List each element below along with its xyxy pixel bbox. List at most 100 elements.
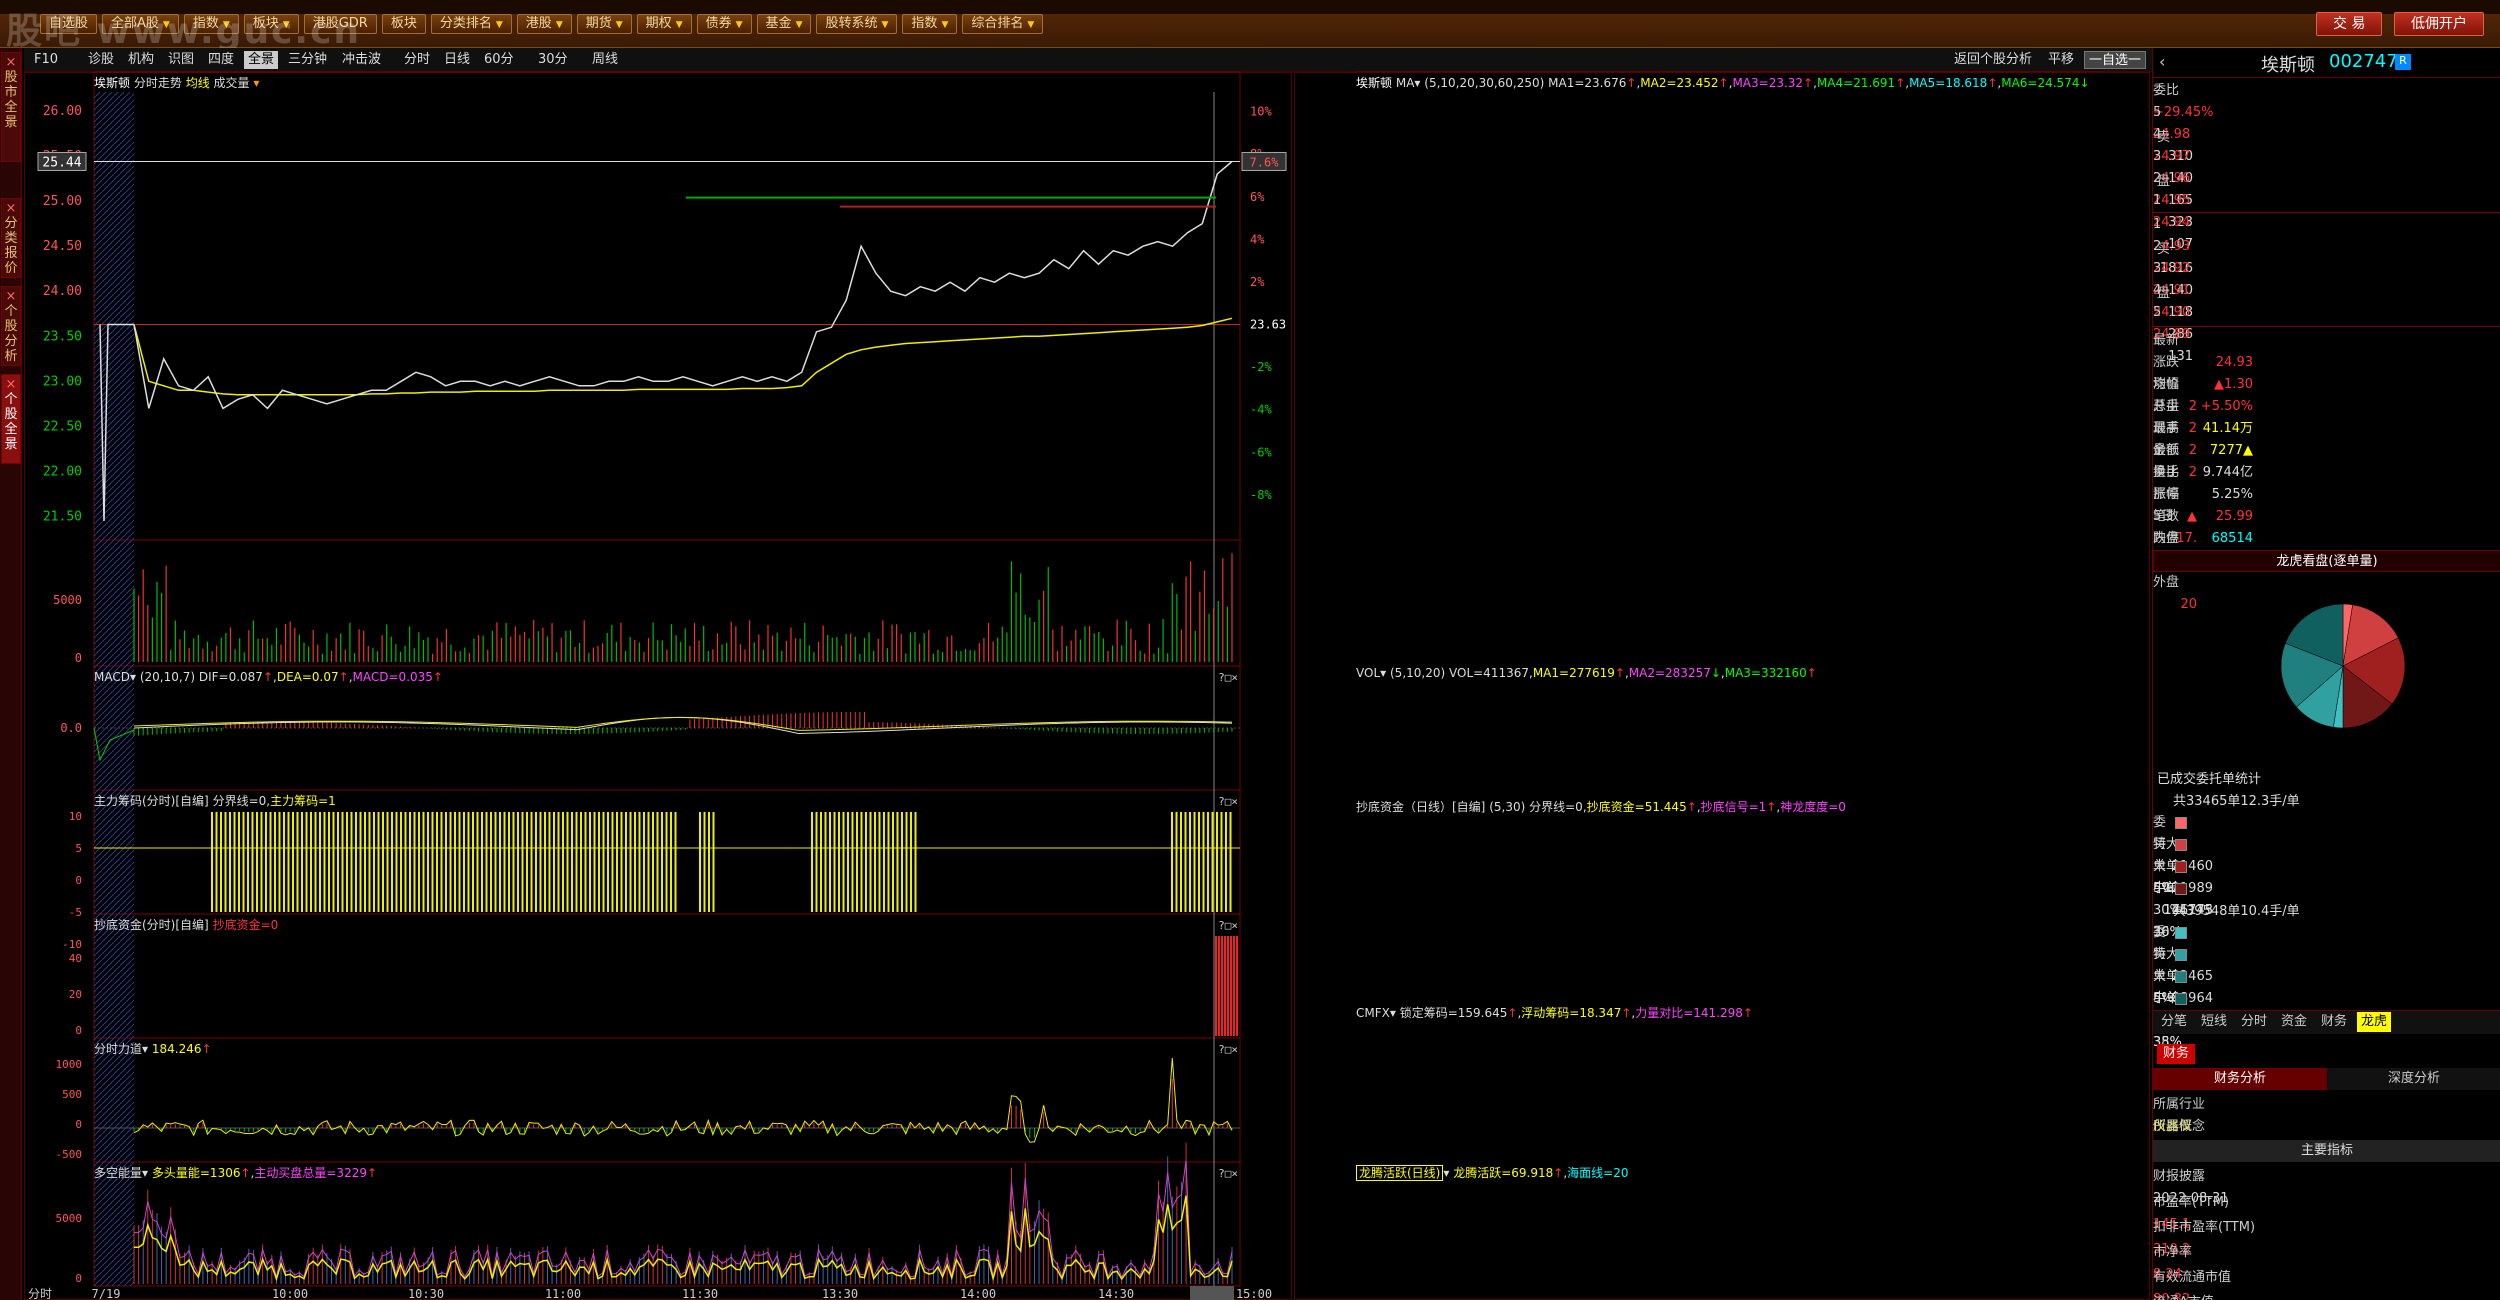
dropdown-icon[interactable]: ▾ <box>1380 666 1386 680</box>
concept-label: 所属概念 <box>2153 1119 2206 1134</box>
indicator-label: 市净率 <box>2153 1245 2193 1260</box>
macd-dif-line <box>133 716 1233 734</box>
indicator-row: 市净率 8.24 <box>2153 1242 2500 1282</box>
cmfx-b: 浮动筹码=18.347 <box>1521 1006 1622 1020</box>
sell-side-label: 单 <box>2153 969 2167 984</box>
cmfx-label[interactable]: CMFX <box>1356 1006 1390 1020</box>
webi-row: 委比 +29.45% <box>2153 80 2500 120</box>
dkn-label[interactable]: 多空能量 <box>94 1166 142 1180</box>
time-tick: 11:00 <box>545 1287 581 1300</box>
pane-tools-icon: ?□× <box>1218 671 1238 684</box>
bid-pan: 盘 <box>2157 286 2171 301</box>
lthy-label[interactable]: 龙腾活跃(日线) <box>1356 1165 1444 1181</box>
fin-sub-tab-active[interactable]: 财务分析 <box>2153 1068 2327 1090</box>
stat-label: 内盘 <box>2153 531 2180 546</box>
divider <box>2153 326 2500 327</box>
ma3-value: MA3=23.32 <box>1732 76 1804 90</box>
color-swatch <box>2175 817 2187 829</box>
time-tick: 分时 <box>28 1287 52 1300</box>
bid-level: 3 <box>2153 261 2162 276</box>
ma-label[interactable]: MA <box>1396 76 1415 90</box>
fsld-tick: 1000 <box>56 1058 83 1071</box>
bid-level: 2 <box>2153 239 2162 254</box>
dropdown-icon[interactable]: ▾ <box>1443 1166 1449 1180</box>
macd-dea: DEA=0.07 <box>276 670 339 684</box>
color-swatch <box>2175 993 2187 1005</box>
intraday-pane-border <box>93 539 1241 667</box>
dropdown-icon[interactable]: ▾ <box>130 670 136 684</box>
ma-params: (5,10,20,30,60,250) <box>1424 76 1545 90</box>
quote-tab[interactable]: 财务 <box>2317 1012 2351 1032</box>
color-swatch <box>2175 971 2187 983</box>
bid-row: 2 24.92 140 <box>2153 236 2500 298</box>
fin-tab[interactable]: 财务 <box>2157 1044 2196 1064</box>
vol-label[interactable]: VOL <box>1356 666 1380 680</box>
divider <box>2153 212 2500 213</box>
dropdown-icon[interactable]: ▾ <box>142 1166 148 1180</box>
fin-sub-tab[interactable]: 深度分析 <box>2327 1068 2500 1090</box>
price-tick: 24.00 <box>43 284 82 299</box>
ask-level: 2 <box>2153 171 2162 186</box>
buy-row: 单中单 146143 36% <box>2153 856 2500 940</box>
quote-tab[interactable]: 资金 <box>2277 1012 2311 1032</box>
cdzj-d-label[interactable]: 抄底资金（日线）[自编] <box>1356 800 1485 814</box>
cmfx-title: CMFX▾ 锁定筹码=159.645↑,浮动筹码=18.347↑,力量对比=14… <box>1356 1006 1753 1020</box>
quote-tab[interactable]: 龙虎 <box>2357 1012 2392 1032</box>
dropdown-icon[interactable]: ▾ <box>1390 1006 1396 1020</box>
bid-row: 3 24.91 118 <box>2153 258 2500 320</box>
cdzj-tick: 20 <box>69 988 82 1001</box>
price-tick: 25.00 <box>43 194 82 209</box>
dkn-v2: 主动买盘总量=3229 <box>254 1166 367 1180</box>
back-icon[interactable]: ‹ <box>2159 52 2165 71</box>
dropdown-icon[interactable]: ▾ <box>142 1042 148 1056</box>
price-tick: 21.50 <box>43 509 82 524</box>
dropdown-icon[interactable]: ▾ <box>1414 76 1420 90</box>
pct-tick: 2% <box>1250 275 1265 289</box>
fsld-label[interactable]: 分时力道 <box>94 1042 142 1056</box>
ask-row: 5 24.98 310 <box>2153 102 2500 164</box>
flag-pct: 7.6% <box>1250 155 1280 169</box>
macd-params: (20,10,7) <box>139 670 196 684</box>
industry-label: 所属行业 <box>2153 1097 2206 1112</box>
sell-kind: 小单 <box>2153 991 2180 1006</box>
macd-label[interactable]: MACD <box>94 670 130 684</box>
time-tick: 14:30 <box>1098 1287 1134 1300</box>
quote-stock-name: 埃斯顿 <box>2261 55 2315 76</box>
avg-price-line <box>133 317 1233 396</box>
pane-tools-icon: ?□× <box>1218 1167 1238 1180</box>
cmfx-c: 力量对比=141.298 <box>1635 1006 1743 1020</box>
dkn-v1: 多头量能=1306 <box>151 1166 241 1180</box>
r-badge-icon: R <box>2395 54 2411 70</box>
zlcm-label[interactable]: 主力筹码(分时)[自编] <box>94 794 209 808</box>
bid-row: 5 24.89 131 <box>2153 302 2500 364</box>
ask-level: 4 <box>2153 127 2162 142</box>
kline-area <box>1294 72 2150 1300</box>
cdzj-tick: 40 <box>69 952 82 965</box>
price-tick: 26.00 <box>43 104 82 119</box>
stat-label: 总手 <box>2153 399 2180 414</box>
buy-total: 共33465单12.3手/单 <box>2173 794 2300 809</box>
cdzj-d-value: 抄底资金=51.445 <box>1586 800 1687 814</box>
vol-tick: 0 <box>75 651 82 665</box>
industry-row: 所属行业 仪器仪 <box>2153 1094 2500 1134</box>
indicator-row: 市盈率(TTM) 145.1 <box>2153 1192 2500 1232</box>
stat-row: 内盘203724外盘20 <box>2153 528 2500 612</box>
cmfx-a: 锁定筹码=159.645 <box>1399 1006 1508 1020</box>
sell-side-label: 委 <box>2153 925 2167 940</box>
stat-label: 涨跌 <box>2153 355 2180 370</box>
cdzj-label[interactable]: 抄底资金(分时)[自编] <box>94 918 209 932</box>
longhu-title: 龙虎看盘(逐单量) <box>2153 550 2500 572</box>
quote-tab[interactable]: 分笔 <box>2157 1012 2191 1032</box>
stat-row: 金额 9.744亿 振幅 ▲ <box>2153 440 2500 524</box>
stat-row: 换手 5.25% 5日 17. <box>2153 462 2500 546</box>
pct-tick: -8% <box>1250 488 1272 502</box>
dkn-tick: 0 <box>75 1272 82 1285</box>
ma5-value: MA5=18.618 <box>1909 76 1988 90</box>
ask-level: 1 <box>2153 193 2162 208</box>
quote-tab[interactable]: 分时 <box>2237 1012 2271 1032</box>
quote-tab[interactable]: 短线 <box>2197 1012 2231 1032</box>
last-price: 23.63 <box>1250 318 1286 332</box>
buy-kind: 小单 <box>2153 881 2180 896</box>
sell-percent: 38% <box>2153 1035 2182 1050</box>
time-tick: 11:30 <box>682 1287 718 1300</box>
